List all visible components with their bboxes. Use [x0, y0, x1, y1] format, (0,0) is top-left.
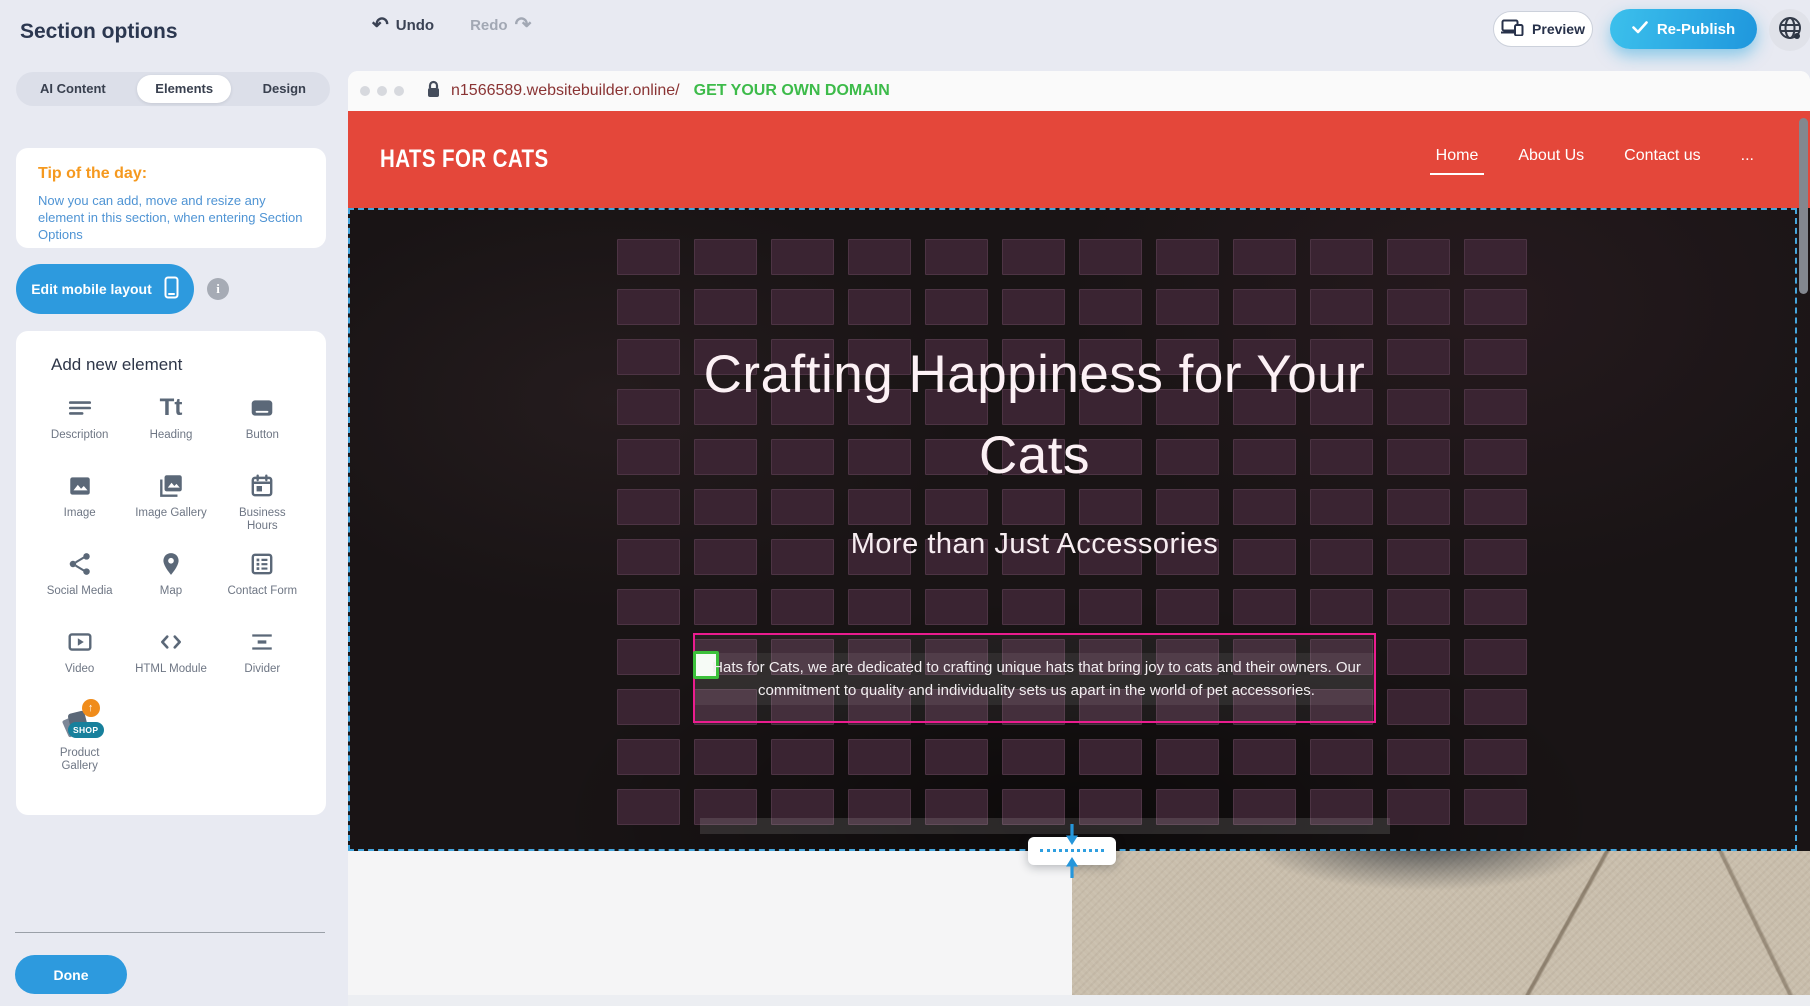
image-icon	[65, 471, 95, 501]
undo-button[interactable]: ↶ Undo	[372, 15, 434, 35]
site-url[interactable]: n1566589.websitebuilder.online/	[451, 82, 680, 100]
republish-label: Re-Publish	[1657, 21, 1735, 38]
add-description-button[interactable]: Description	[34, 393, 125, 457]
tab-ai-content[interactable]: AI Content	[22, 75, 124, 103]
divider-icon	[247, 627, 277, 657]
add-product-gallery-button[interactable]: ↑ SHOP Product Gallery	[34, 705, 125, 773]
panel-tabs: AI Content Elements Design	[16, 72, 330, 106]
hero-subheading[interactable]: More than Just Accessories	[693, 528, 1376, 561]
redo-icon: ↷	[515, 15, 532, 35]
add-html-module-button[interactable]: HTML Module	[125, 627, 216, 691]
sidebar-divider	[15, 932, 325, 933]
page-bottom-strip	[348, 995, 1810, 1006]
hero-content: Crafting Happiness for Your Cats More th…	[693, 208, 1376, 561]
tab-elements[interactable]: Elements	[137, 75, 231, 103]
selected-text-element[interactable]: Hats for Cats, we are dedicated to craft…	[693, 633, 1376, 723]
website-builder-app: ↶ Undo Redo ↷ Preview Re-Publish	[0, 0, 1810, 1006]
next-section-image	[1072, 851, 1810, 1006]
site-preview-canvas: n1566589.websitebuilder.online/ GET YOUR…	[348, 71, 1810, 1006]
drop-indicator-strip	[700, 818, 1390, 834]
nav-home[interactable]: Home	[1436, 147, 1479, 175]
canvas-scrollbar-thumb[interactable]	[1799, 118, 1808, 294]
undo-icon: ↶	[372, 15, 389, 35]
add-new-element-card: Add new element Description Tt Heading	[16, 331, 326, 815]
business-hours-icon	[247, 471, 277, 501]
add-heading-button[interactable]: Tt Heading	[125, 393, 216, 457]
add-divider-button[interactable]: Divider	[217, 627, 308, 691]
done-button[interactable]: Done	[15, 955, 127, 994]
add-video-button[interactable]: Video	[34, 627, 125, 691]
site-logo[interactable]: HATS FOR CATS	[380, 145, 549, 174]
arrow-up-icon	[1063, 852, 1081, 878]
add-business-hours-button[interactable]: Business Hours	[217, 471, 308, 535]
add-social-media-button[interactable]: Social Media	[34, 549, 125, 613]
info-icon: i	[216, 281, 220, 297]
site-nav: Home About Us Contact us ...	[1436, 147, 1754, 175]
edit-mobile-layout-button[interactable]: Edit mobile layout	[16, 264, 194, 314]
undo-redo-group: ↶ Undo Redo ↷	[372, 15, 531, 35]
section-resize-handle[interactable]	[1028, 837, 1116, 865]
add-image-gallery-button[interactable]: Image Gallery	[125, 471, 216, 535]
arrow-down-icon	[1063, 824, 1081, 850]
product-gallery-icon: ↑ SHOP	[60, 705, 100, 741]
phone-icon	[164, 276, 179, 302]
html-module-icon	[156, 627, 186, 657]
add-button-button[interactable]: Button	[217, 393, 308, 457]
tip-title: Tip of the day:	[38, 165, 304, 183]
nav-contact-us[interactable]: Contact us	[1624, 147, 1700, 175]
browser-chrome-bar: n1566589.websitebuilder.online/ GET YOUR…	[348, 71, 1810, 111]
republish-button[interactable]: Re-Publish	[1610, 9, 1757, 49]
add-new-element-title: Add new element	[51, 355, 308, 375]
window-dots	[360, 86, 404, 96]
contact-form-icon	[247, 549, 277, 579]
info-button[interactable]: i	[207, 278, 229, 300]
hero-section[interactable]: Crafting Happiness for Your Cats More th…	[348, 208, 1810, 851]
nav-about-us[interactable]: About Us	[1518, 147, 1584, 175]
preview-button[interactable]: Preview	[1493, 11, 1593, 47]
url-zone: n1566589.websitebuilder.online/ GET YOUR…	[426, 80, 890, 103]
video-icon	[65, 627, 95, 657]
heading-icon: Tt	[156, 393, 186, 423]
hero-body-text[interactable]: Hats for Cats, we are dedicated to craft…	[705, 656, 1368, 702]
lock-icon	[426, 80, 441, 103]
section-options-panel: Section options AI Content Elements Desi…	[0, 0, 348, 1006]
tip-of-the-day-card: Tip of the day: Now you can add, move an…	[16, 148, 326, 248]
check-icon	[1632, 21, 1648, 38]
next-section-left	[348, 851, 1072, 1006]
add-image-button[interactable]: Image	[34, 471, 125, 535]
element-grid: Description Tt Heading Button Ima	[34, 393, 308, 773]
language-globe-button[interactable]	[1769, 9, 1810, 51]
redo-label: Redo	[470, 17, 508, 34]
tab-design[interactable]: Design	[245, 75, 324, 103]
image-gallery-icon	[156, 471, 186, 501]
devices-icon	[1501, 19, 1524, 39]
map-icon	[156, 549, 186, 579]
upgrade-arrow-icon: ↑	[82, 699, 100, 717]
get-domain-link[interactable]: GET YOUR OWN DOMAIN	[694, 82, 890, 100]
social-media-icon	[65, 549, 95, 579]
button-icon	[247, 393, 277, 423]
undo-label: Undo	[396, 17, 434, 34]
add-map-button[interactable]: Map	[125, 549, 216, 613]
add-contact-form-button[interactable]: Contact Form	[217, 549, 308, 613]
shop-badge: SHOP	[68, 722, 104, 738]
panel-title: Section options	[20, 20, 178, 44]
description-icon	[65, 393, 95, 423]
globe-icon	[1777, 15, 1803, 46]
site-header: HATS FOR CATS Home About Us Contact us .…	[348, 111, 1810, 208]
tip-body: Now you can add, move and resize any ele…	[38, 192, 304, 243]
preview-label: Preview	[1532, 21, 1585, 37]
edit-mobile-label: Edit mobile layout	[31, 281, 152, 297]
nav-more-button[interactable]: ...	[1741, 147, 1754, 175]
hero-heading[interactable]: Crafting Happiness for Your Cats	[693, 334, 1376, 496]
redo-button[interactable]: Redo ↷	[470, 15, 531, 35]
